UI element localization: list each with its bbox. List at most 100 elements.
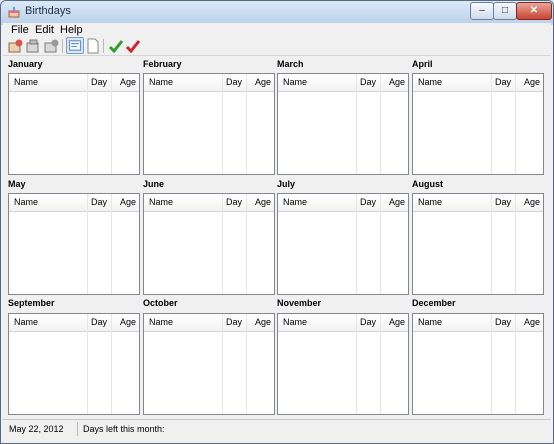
new-document-icon[interactable] bbox=[85, 38, 101, 54]
menu-edit[interactable]: Edit bbox=[35, 24, 54, 36]
column-age[interactable]: Age bbox=[255, 77, 271, 87]
list-header: Name Day Age bbox=[144, 194, 274, 212]
column-age[interactable]: Age bbox=[389, 317, 405, 327]
column-day[interactable]: Day bbox=[360, 197, 376, 207]
column-age[interactable]: Age bbox=[120, 77, 136, 87]
column-day[interactable]: Day bbox=[226, 197, 242, 207]
column-day[interactable]: Day bbox=[495, 317, 511, 327]
month-label: April bbox=[412, 59, 433, 69]
column-name[interactable]: Name bbox=[149, 197, 173, 207]
column-age[interactable]: Age bbox=[389, 77, 405, 87]
column-name[interactable]: Name bbox=[418, 197, 442, 207]
column-age[interactable]: Age bbox=[255, 317, 271, 327]
column-day[interactable]: Day bbox=[360, 77, 376, 87]
column-name[interactable]: Name bbox=[14, 197, 38, 207]
title-bar[interactable]: Birthdays – □ ✕ bbox=[1, 1, 553, 23]
column-name[interactable]: Name bbox=[14, 317, 38, 327]
column-day[interactable]: Day bbox=[91, 197, 107, 207]
month-list-september[interactable]: Name Day Age bbox=[8, 313, 140, 415]
column-age[interactable]: Age bbox=[389, 197, 405, 207]
month-label: January bbox=[8, 59, 43, 69]
column-day[interactable]: Day bbox=[360, 317, 376, 327]
column-divider bbox=[111, 194, 112, 294]
month-label: March bbox=[277, 59, 304, 69]
edit-birthday-icon[interactable] bbox=[25, 38, 41, 54]
month-list-october[interactable]: Name Day Age bbox=[143, 313, 275, 415]
column-divider bbox=[356, 74, 357, 174]
column-age[interactable]: Age bbox=[120, 317, 136, 327]
cake-icon bbox=[8, 7, 20, 18]
column-name[interactable]: Name bbox=[283, 77, 307, 87]
checkmark-red-icon[interactable] bbox=[125, 38, 141, 54]
column-name[interactable]: Name bbox=[283, 317, 307, 327]
list-header: Name Day Age bbox=[413, 74, 543, 92]
column-day[interactable]: Day bbox=[91, 317, 107, 327]
column-name[interactable]: Name bbox=[283, 197, 307, 207]
column-day[interactable]: Day bbox=[91, 77, 107, 87]
menu-help[interactable]: Help bbox=[60, 24, 83, 36]
column-divider bbox=[380, 74, 381, 174]
column-name[interactable]: Name bbox=[14, 77, 38, 87]
month-list-january[interactable]: Name Day Age bbox=[8, 73, 140, 175]
month-list-december[interactable]: Name Day Age bbox=[412, 313, 544, 415]
column-age[interactable]: Age bbox=[524, 197, 540, 207]
add-birthday-icon[interactable] bbox=[7, 38, 23, 54]
app-window: Birthdays – □ ✕ File Edit Help January N… bbox=[0, 0, 554, 444]
column-divider bbox=[246, 74, 247, 174]
column-divider bbox=[515, 314, 516, 414]
month-list-february[interactable]: Name Day Age bbox=[143, 73, 275, 175]
month-label: August bbox=[412, 179, 443, 189]
list-header: Name Day Age bbox=[413, 194, 543, 212]
column-age[interactable]: Age bbox=[120, 197, 136, 207]
column-divider bbox=[222, 194, 223, 294]
status-date: May 22, 2012 bbox=[9, 424, 64, 434]
minimize-button[interactable]: – bbox=[470, 2, 494, 20]
column-day[interactable]: Day bbox=[495, 77, 511, 87]
month-label: December bbox=[412, 298, 456, 308]
month-label: October bbox=[143, 298, 178, 308]
column-divider bbox=[222, 74, 223, 174]
list-header: Name Day Age bbox=[413, 314, 543, 332]
month-label: June bbox=[143, 179, 165, 189]
column-age[interactable]: Age bbox=[524, 317, 540, 327]
list-header: Name Day Age bbox=[278, 74, 408, 92]
month-list-march[interactable]: Name Day Age bbox=[277, 73, 409, 175]
month-list-november[interactable]: Name Day Age bbox=[277, 313, 409, 415]
month-list-april[interactable]: Name Day Age bbox=[412, 73, 544, 175]
column-name[interactable]: Name bbox=[418, 317, 442, 327]
toolbar bbox=[3, 37, 551, 56]
month-label: July bbox=[277, 179, 296, 189]
month-list-may[interactable]: Name Day Age bbox=[8, 193, 140, 295]
list-header: Name Day Age bbox=[278, 314, 408, 332]
month-label: February bbox=[143, 59, 182, 69]
month-list-august[interactable]: Name Day Age bbox=[412, 193, 544, 295]
column-divider bbox=[356, 314, 357, 414]
text-view-icon[interactable] bbox=[66, 37, 84, 54]
column-divider bbox=[356, 194, 357, 294]
column-name[interactable]: Name bbox=[149, 77, 173, 87]
column-age[interactable]: Age bbox=[255, 197, 271, 207]
column-age[interactable]: Age bbox=[524, 77, 540, 87]
column-name[interactable]: Name bbox=[418, 77, 442, 87]
list-header: Name Day Age bbox=[9, 314, 139, 332]
column-divider bbox=[87, 314, 88, 414]
maximize-button[interactable]: □ bbox=[493, 2, 517, 20]
menu-file[interactable]: File bbox=[11, 24, 29, 36]
column-divider bbox=[87, 194, 88, 294]
checkmark-green-icon[interactable] bbox=[108, 38, 124, 54]
month-list-july[interactable]: Name Day Age bbox=[277, 193, 409, 295]
list-header: Name Day Age bbox=[144, 74, 274, 92]
column-name[interactable]: Name bbox=[149, 317, 173, 327]
window-title: Birthdays bbox=[25, 5, 71, 17]
column-day[interactable]: Day bbox=[226, 317, 242, 327]
column-day[interactable]: Day bbox=[226, 77, 242, 87]
close-button[interactable]: ✕ bbox=[516, 2, 552, 20]
month-list-june[interactable]: Name Day Age bbox=[143, 193, 275, 295]
status-bar: May 22, 2012 Days left this month: bbox=[3, 419, 551, 440]
column-divider bbox=[87, 74, 88, 174]
delete-birthday-icon[interactable] bbox=[43, 38, 59, 54]
column-day[interactable]: Day bbox=[495, 197, 511, 207]
month-label: November bbox=[277, 298, 322, 308]
status-separator bbox=[77, 422, 78, 436]
column-divider bbox=[246, 314, 247, 414]
